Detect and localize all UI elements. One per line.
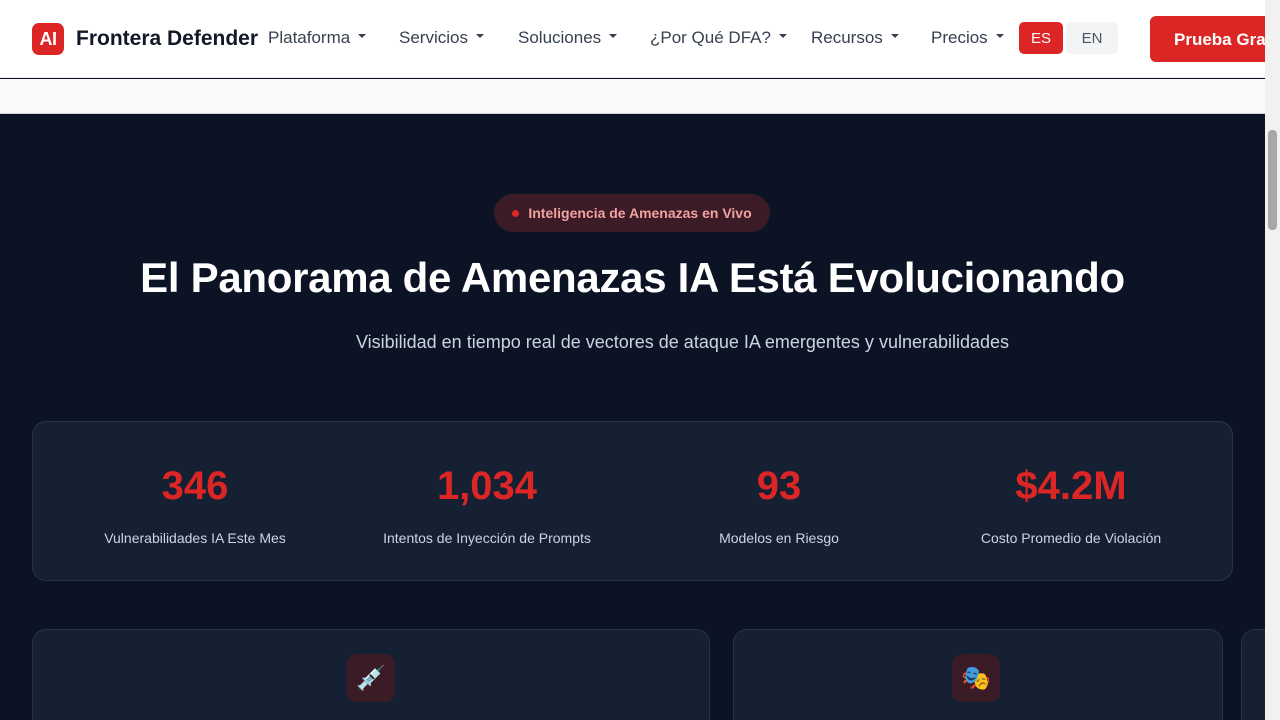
stat-value: 1,034 [436, 464, 538, 508]
stat-label: Modelos en Riesgo [719, 530, 839, 546]
live-dot-icon [512, 209, 520, 217]
nav-label: ¿Por Qué DFA? [650, 28, 771, 47]
nav-item-plataforma[interactable]: Plataforma [268, 28, 367, 48]
syringe-icon: 💉 [347, 654, 395, 702]
chevron-down-icon [475, 34, 484, 38]
nav-item-precios[interactable]: Precios [931, 28, 1004, 48]
nav-label: Soluciones [518, 28, 602, 47]
lang-en-button[interactable]: EN [1066, 22, 1118, 54]
stat-value: 93 [756, 464, 802, 508]
nav-label: Precios [931, 28, 988, 47]
free-trial-button[interactable]: Prueba Gratis [1150, 16, 1280, 62]
brand[interactable]: AI Frontera Defender [32, 23, 258, 55]
hero-subtitle: Visibilidad en tiempo real de vectores d… [355, 332, 1010, 352]
stat-value: $4.2M [1015, 464, 1127, 508]
chevron-down-icon [358, 34, 367, 38]
threat-card-deepfake[interactable]: 🎭 [733, 629, 1223, 720]
stat-label: Intentos de Inyección de Prompts [383, 530, 591, 546]
chevron-down-icon [609, 34, 618, 38]
stat-label: Vulnerabilidades IA Este Mes [104, 530, 286, 546]
sub-header-bar [0, 79, 1265, 114]
chevron-down-icon [778, 34, 787, 38]
nav-label: Servicios [399, 28, 468, 47]
theater-masks-icon: 🎭 [952, 654, 1000, 702]
nav-item-recursos[interactable]: Recursos [811, 28, 899, 48]
nav-item-soluciones[interactable]: Soluciones [518, 28, 618, 48]
stats-panel: 346 Vulnerabilidades IA Este Mes 1,034 I… [32, 421, 1233, 581]
lang-es-button[interactable]: ES [1019, 22, 1063, 54]
logo-icon: AI [32, 23, 64, 55]
threat-card-injection[interactable]: 💉 [32, 629, 710, 720]
nav-label: Recursos [811, 28, 883, 47]
nav-label: Plataforma [268, 28, 351, 47]
site-header: AI Frontera Defender Plataforma Servicio… [0, 0, 1280, 78]
threat-card-partial[interactable] [1241, 629, 1265, 720]
stat-label: Costo Promedio de Violación [980, 530, 1162, 546]
page-scrollbar[interactable] [1265, 0, 1280, 720]
chevron-down-icon [890, 34, 899, 38]
hero-title: El Panorama de Amenazas IA Está Evolucio… [140, 254, 1125, 301]
live-badge: Inteligencia de Amenazas en Vivo [494, 194, 770, 232]
stat-value: 346 [161, 464, 229, 508]
badge-label: Inteligencia de Amenazas en Vivo [528, 205, 752, 221]
nav-item-servicios[interactable]: Servicios [399, 28, 484, 48]
scrollbar-thumb[interactable] [1268, 130, 1277, 230]
nav-item-por-que[interactable]: ¿Por Qué DFA? [650, 28, 787, 48]
chevron-down-icon [995, 34, 1004, 38]
brand-name: Frontera Defender [76, 27, 259, 50]
